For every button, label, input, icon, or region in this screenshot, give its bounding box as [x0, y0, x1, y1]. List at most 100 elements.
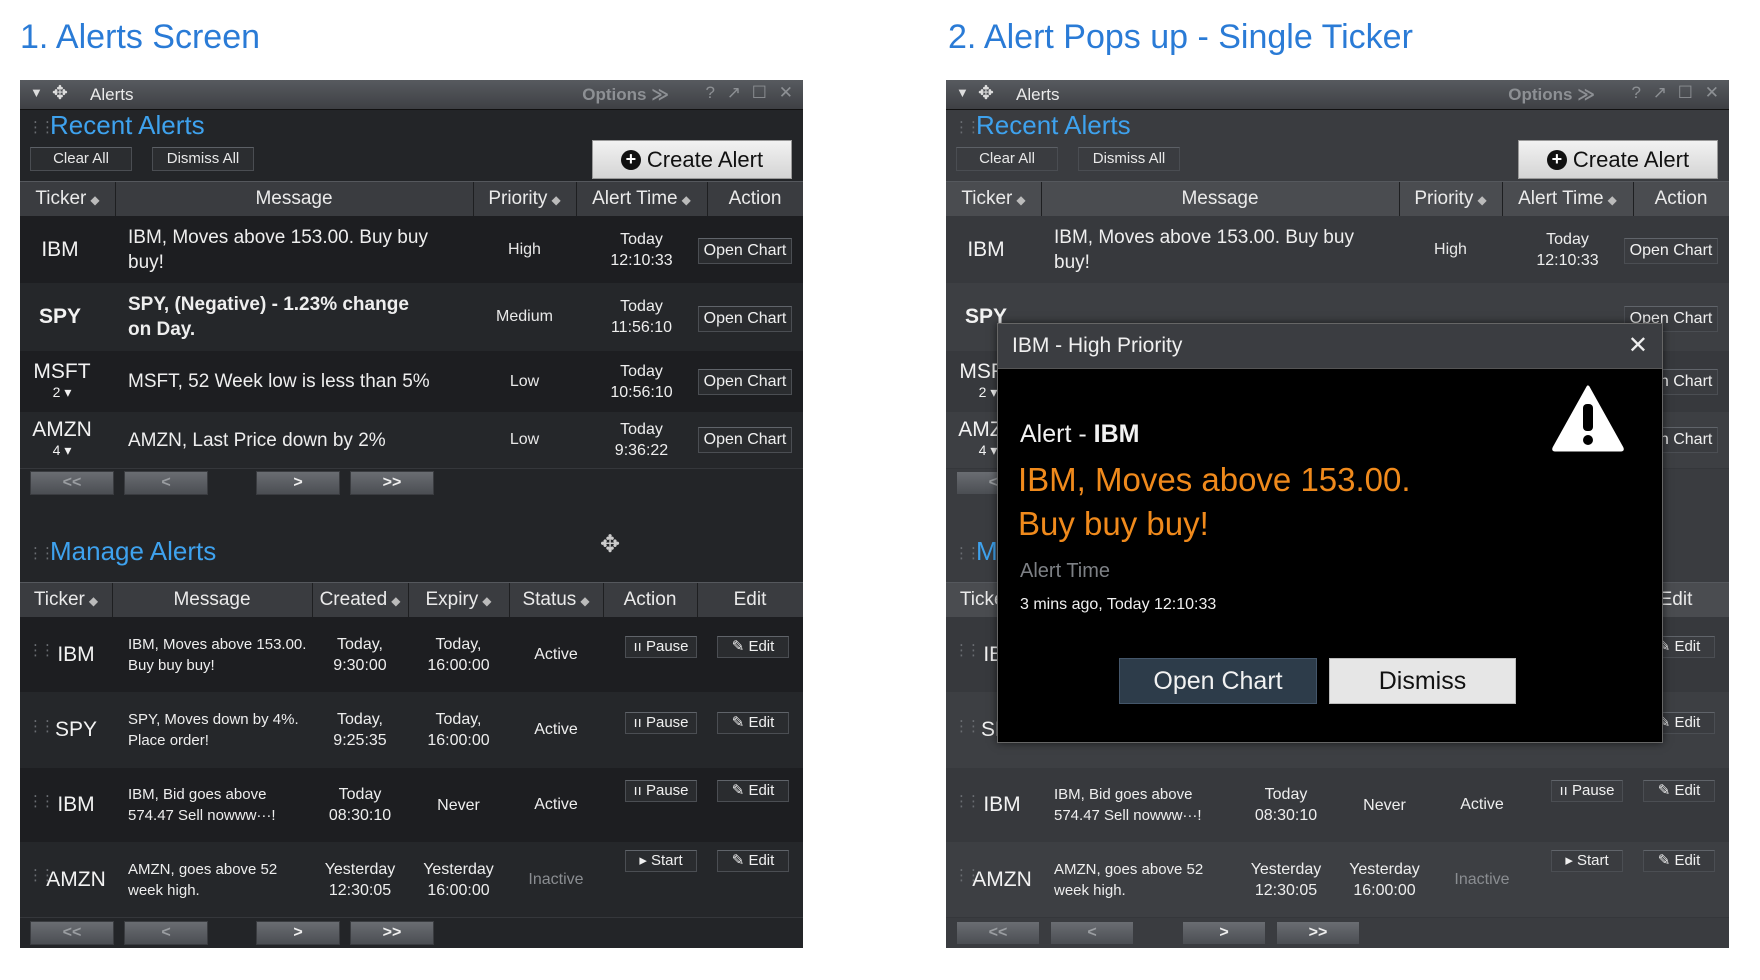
row-drag-handle-icon[interactable]: ⋮⋮ — [954, 868, 981, 883]
col-message[interactable]: Message — [115, 182, 474, 216]
move-icon[interactable]: ✥ — [978, 82, 994, 105]
edit-button[interactable]: ✎ Edit — [717, 712, 789, 734]
col-message[interactable]: Message — [112, 583, 313, 617]
prev-page-button[interactable]: < — [124, 921, 208, 945]
plus-circle-icon: + — [1546, 150, 1567, 170]
dismiss-all-button[interactable]: Dismiss All — [1078, 147, 1180, 171]
clear-all-button[interactable]: Clear All — [956, 147, 1058, 171]
create-alert-button[interactable]: + Create Alert — [592, 140, 792, 179]
last-page-button[interactable]: >> — [350, 921, 434, 945]
group-count[interactable]: 4 ▾ — [53, 440, 72, 461]
manage-alert-row[interactable]: ⋮⋮ AMZN AMZN, goes above 52 week high. Y… — [20, 842, 803, 918]
ticker: IBM — [57, 793, 95, 816]
popout-icon[interactable]: ↗ — [1653, 83, 1667, 103]
col-message[interactable]: Message — [1041, 182, 1400, 216]
row-drag-handle-icon[interactable]: ⋮⋮ — [28, 643, 55, 658]
open-chart-button[interactable]: Open Chart — [698, 427, 792, 453]
row-drag-handle-icon[interactable]: ⋮⋮ — [954, 794, 981, 809]
col-created[interactable]: Created ◆ — [312, 583, 409, 617]
close-icon[interactable]: ✕ — [1705, 83, 1719, 103]
last-page-button[interactable]: >> — [1276, 921, 1360, 945]
open-chart-button[interactable]: Open Chart — [698, 238, 792, 264]
resize-handle-icon[interactable]: ✥ — [600, 530, 620, 559]
drag-handle-icon[interactable]: ⋮⋮ — [954, 120, 981, 135]
last-page-button[interactable]: >> — [350, 471, 434, 495]
next-page-button[interactable]: > — [1182, 921, 1266, 945]
status: Inactive — [1454, 870, 1510, 888]
row-drag-handle-icon[interactable]: ⋮⋮ — [28, 719, 55, 734]
pause-button[interactable]: ıı Pause — [625, 636, 697, 658]
status: Active — [534, 645, 578, 663]
col-priority[interactable]: Priority ◆ — [473, 182, 577, 216]
edit-button[interactable]: ✎ Edit — [717, 780, 789, 802]
prev-page-button[interactable]: < — [124, 471, 208, 495]
manage-alert-row[interactable]: ⋮⋮ SPY SPY, Moves down by 4%. Place orde… — [20, 692, 803, 769]
open-chart-button[interactable]: Open Chart — [1624, 238, 1718, 264]
edit-button[interactable]: ✎ Edit — [717, 636, 789, 658]
create-alert-button[interactable]: + Create Alert — [1518, 140, 1718, 179]
col-expiry[interactable]: Expiry ◆ — [408, 583, 510, 617]
group-count[interactable]: 2 ▾ — [53, 382, 72, 403]
row-drag-handle-icon[interactable]: ⋮⋮ — [954, 643, 981, 658]
edit-button[interactable]: ✎ Edit — [1643, 850, 1715, 872]
row-drag-handle-icon[interactable]: ⋮⋮ — [954, 719, 981, 734]
pause-button[interactable]: ıı Pause — [1551, 780, 1623, 802]
col-status[interactable]: Status ◆ — [509, 583, 604, 617]
dismiss-button[interactable]: Dismiss — [1329, 658, 1516, 704]
manage-alert-row[interactable]: ⋮⋮ IBM IBM, Moves above 153.00. Buy buy … — [20, 617, 803, 693]
first-page-button[interactable]: << — [956, 921, 1040, 945]
pause-button[interactable]: ıı Pause — [625, 780, 697, 802]
first-page-button[interactable]: << — [30, 471, 114, 495]
maximize-icon[interactable]: ☐ — [1678, 83, 1693, 103]
row-drag-handle-icon[interactable]: ⋮⋮ — [28, 868, 55, 883]
help-icon[interactable]: ? — [706, 83, 715, 103]
next-page-button[interactable]: > — [256, 471, 340, 495]
recent-alert-row[interactable]: MSFT 2 ▾ MSFT, 52 Week low is less than 5… — [20, 351, 803, 413]
options-menu[interactable]: Options ≫ — [1508, 85, 1595, 105]
recent-alerts-title: Recent Alerts — [976, 110, 1131, 140]
edit-button[interactable]: ✎ Edit — [1643, 780, 1715, 802]
recent-alert-row[interactable]: IBM IBM, Moves above 153.00. Buy buy buy… — [946, 216, 1729, 284]
recent-alert-row[interactable]: SPY SPY, (Negative) - 1.23% change on Da… — [20, 283, 803, 352]
row-drag-handle-icon[interactable]: ⋮⋮ — [28, 794, 55, 809]
start-button[interactable]: ▸ Start — [1551, 850, 1623, 872]
dismiss-all-button[interactable]: Dismiss All — [152, 147, 254, 171]
recent-alert-row[interactable]: IBM IBM, Moves above 153.00. Buy buy buy… — [20, 216, 803, 284]
options-menu[interactable]: Options ≫ — [582, 85, 669, 105]
move-icon[interactable]: ✥ — [52, 82, 68, 105]
col-alert-time[interactable]: Alert Time ◆ — [576, 182, 708, 216]
edit-button[interactable]: ✎ Edit — [717, 850, 789, 872]
open-chart-button[interactable]: Open Chart — [698, 306, 792, 332]
popout-icon[interactable]: ↗ — [727, 83, 741, 103]
col-alert-time[interactable]: Alert Time ◆ — [1502, 182, 1634, 216]
next-page-button[interactable]: > — [256, 921, 340, 945]
maximize-icon[interactable]: ☐ — [752, 83, 767, 103]
open-chart-button[interactable]: Open Chart — [698, 369, 792, 395]
recent-alert-row[interactable]: AMZN 4 ▾ AMZN, Last Price down by 2% Low … — [20, 412, 803, 469]
col-ticker[interactable]: Ticker◆ — [20, 583, 113, 617]
col-ticker[interactable]: Ticker◆ — [946, 182, 1042, 216]
close-icon[interactable]: ✕ — [779, 83, 793, 103]
clear-all-button[interactable]: Clear All — [30, 147, 132, 171]
drag-handle-icon[interactable]: ⋮⋮ — [954, 546, 981, 561]
start-button[interactable]: ▸ Start — [625, 850, 697, 872]
prev-page-button[interactable]: < — [1050, 921, 1134, 945]
alert-message: AMZN, Last Price down by 2% — [128, 429, 386, 451]
manage-alert-row[interactable]: ⋮⋮ IBM IBM, Bid goes above 574.47 Sell n… — [20, 768, 803, 843]
collapse-triangle-icon[interactable]: ▼ — [30, 85, 43, 100]
col-ticker[interactable]: Ticker◆ — [20, 182, 116, 216]
col-edit: Edit — [733, 589, 767, 610]
open-chart-button[interactable]: Open Chart — [1119, 658, 1317, 704]
close-icon[interactable]: ✕ — [1628, 324, 1648, 368]
ticker: SPY — [38, 305, 82, 328]
collapse-triangle-icon[interactable]: ▼ — [956, 85, 969, 100]
manage-alert-row[interactable]: ⋮⋮ IBM IBM, Bid goes above 574.47 Sell n… — [946, 768, 1729, 843]
help-icon[interactable]: ? — [1632, 83, 1641, 103]
alert-message: AMZN, goes above 52 week high. — [128, 860, 278, 899]
drag-handle-icon[interactable]: ⋮⋮ — [28, 546, 55, 561]
col-priority[interactable]: Priority ◆ — [1399, 182, 1503, 216]
pause-button[interactable]: ıı Pause — [625, 712, 697, 734]
drag-handle-icon[interactable]: ⋮⋮ — [28, 120, 55, 135]
first-page-button[interactable]: << — [30, 921, 114, 945]
manage-alert-row[interactable]: ⋮⋮ AMZN AMZN, goes above 52 week high. Y… — [946, 842, 1729, 918]
